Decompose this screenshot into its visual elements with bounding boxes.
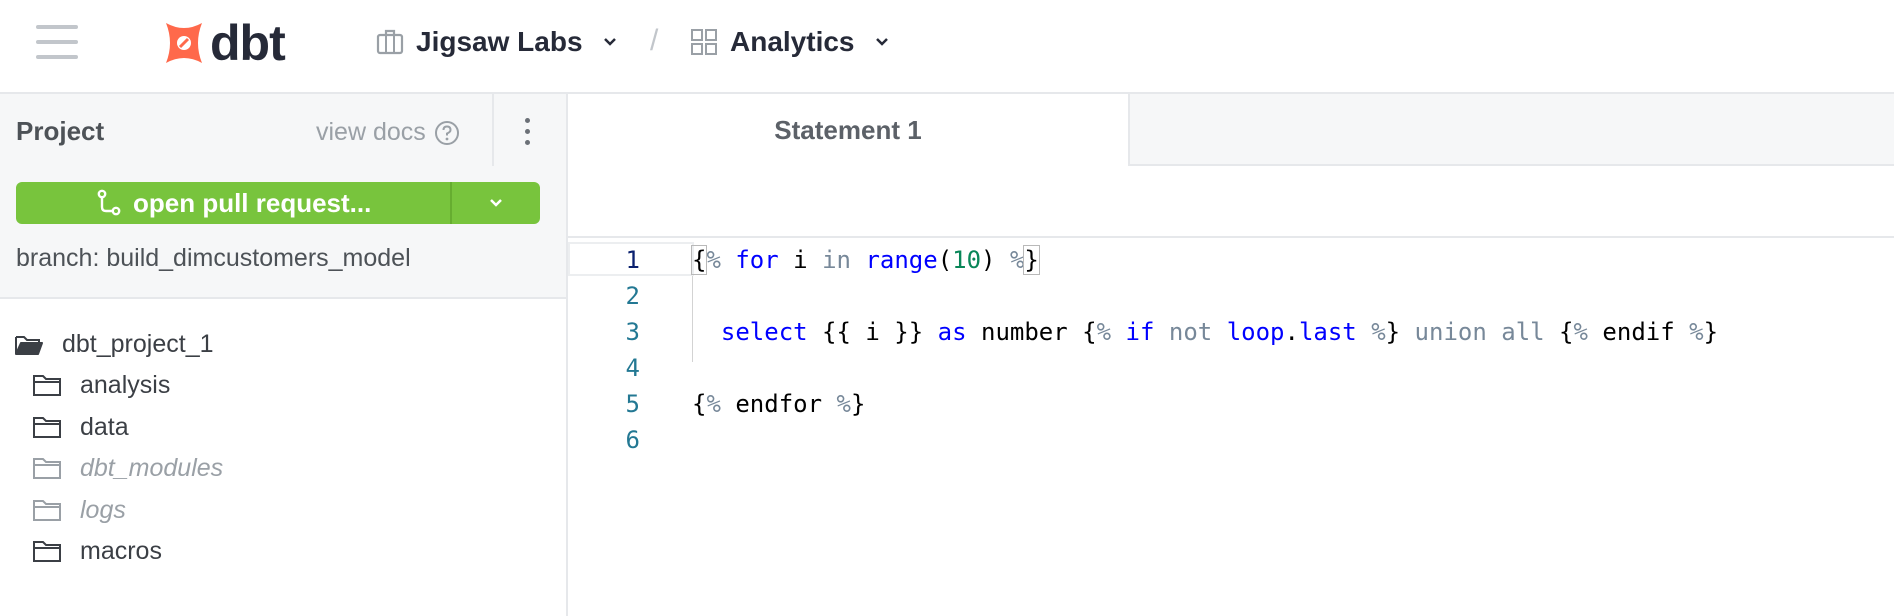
sql-editor-panel: Statement 1 1 {% for i in range(10) %} 2… — [568, 94, 1894, 616]
org-selector[interactable]: Jigsaw Labs — [376, 20, 619, 64]
line-number: 6 — [625, 426, 640, 454]
open-pull-request-button[interactable]: open pull request... — [16, 182, 540, 224]
pull-request-label: open pull request... — [132, 187, 372, 218]
pull-request-main-action[interactable]: open pull request... — [16, 182, 450, 224]
tab-statement-1[interactable]: Statement 1 — [568, 94, 1130, 166]
tree-item-analysis[interactable]: analysis — [32, 365, 170, 405]
code-text: {% for i in range(10) %} — [690, 245, 1040, 275]
folder-icon — [33, 375, 61, 396]
header-divider — [492, 94, 494, 166]
view-docs-label: view docs — [316, 118, 426, 146]
dbt-logo[interactable]: dbt — [160, 15, 286, 71]
code-line[interactable]: 3 select {{ i }} as number {% if not loo… — [568, 314, 1894, 350]
more-options-icon[interactable] — [520, 114, 534, 150]
git-branch-icon — [97, 189, 121, 216]
tree-item-label: dbt_project_1 — [62, 329, 214, 358]
editor-toolbar — [568, 166, 1894, 238]
briefcase-icon — [376, 29, 404, 55]
code-line[interactable]: 5 {% endfor %} — [568, 386, 1894, 422]
tree-item-label: analysis — [80, 370, 171, 399]
dbt-logo-icon — [166, 23, 202, 63]
code-line[interactable]: 4 — [568, 350, 1894, 386]
project-sidebar: Project view docs open pull request... b… — [0, 94, 568, 616]
sidebar-title: Project — [16, 116, 105, 146]
project-name: Analytics — [730, 26, 855, 57]
line-number: 5 — [625, 390, 640, 418]
tree-item-macros[interactable]: macros — [32, 531, 162, 571]
tab-label: Statement 1 — [774, 114, 922, 145]
tree-item-dbt-project-1[interactable]: dbt_project_1 — [14, 324, 214, 364]
folder-icon — [33, 458, 61, 479]
tree-item-label: macros — [80, 536, 162, 565]
folder-icon — [33, 541, 61, 562]
folder-open-icon — [15, 336, 43, 355]
project-selector[interactable]: Analytics — [690, 20, 891, 64]
top-navbar: dbt Jigsaw Labs / Analytics — [0, 0, 1894, 94]
line-number: 1 — [625, 246, 640, 274]
chevron-down-icon — [603, 38, 616, 46]
code-text: {% endfor %} — [692, 390, 866, 418]
folder-icon — [33, 417, 61, 438]
view-docs-link[interactable]: view docs — [316, 118, 460, 147]
grid-icon — [691, 29, 717, 55]
chevron-down-icon — [875, 38, 888, 46]
code-editor[interactable]: 1 {% for i in range(10) %} 2 3 select {{… — [568, 240, 1894, 616]
sidebar-header: Project view docs open pull request... b… — [0, 94, 566, 299]
menu-icon[interactable] — [36, 25, 78, 59]
code-line[interactable]: 2 — [568, 278, 1894, 314]
chevron-down-icon — [490, 199, 503, 207]
code-line[interactable]: 1 {% for i in range(10) %} — [568, 242, 1894, 278]
line-number: 4 — [625, 354, 640, 382]
tree-item-logs[interactable]: logs — [32, 490, 126, 530]
tree-item-label: dbt_modules — [80, 453, 224, 482]
folder-icon — [33, 500, 61, 521]
tree-item-label: data — [80, 412, 129, 441]
tree-item-label: logs — [80, 495, 126, 524]
line-number: 3 — [625, 318, 640, 346]
statement-tab-bar: Statement 1 — [568, 94, 1894, 166]
pull-request-dropdown-button[interactable] — [450, 182, 540, 224]
branch-label: branch: build_dimcustomers_model — [16, 244, 411, 272]
code-text: select {{ i }} as number {% if not loop.… — [720, 318, 1719, 346]
tree-item-dbt-modules[interactable]: dbt_modules — [32, 448, 223, 488]
tree-item-data[interactable]: data — [32, 407, 129, 447]
org-name: Jigsaw Labs — [416, 26, 583, 57]
help-icon — [434, 120, 459, 145]
logo-text: dbt — [210, 15, 286, 71]
breadcrumb-separator: / — [650, 24, 659, 57]
code-line[interactable]: 6 — [568, 422, 1894, 458]
line-number: 2 — [625, 282, 640, 310]
